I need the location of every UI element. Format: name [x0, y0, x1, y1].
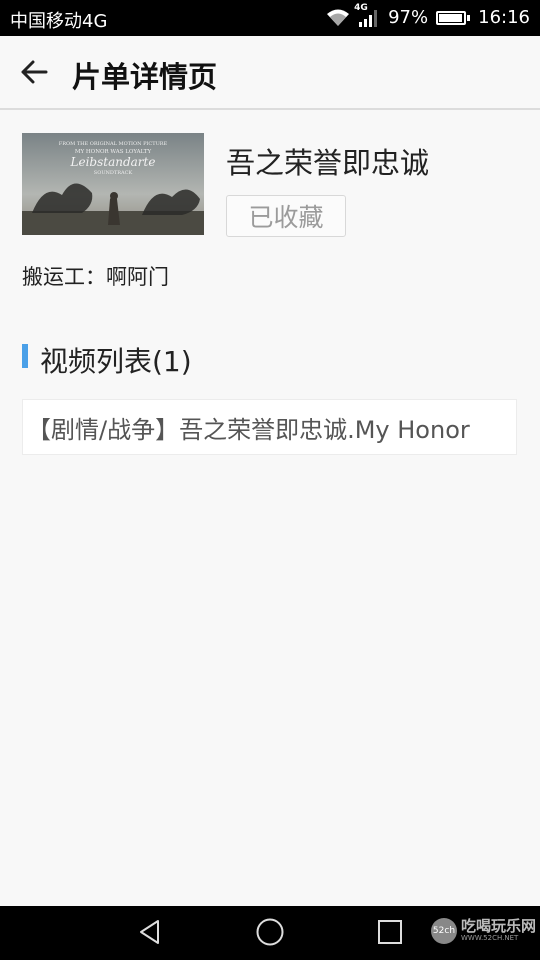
- back-triangle-icon: [136, 918, 164, 950]
- nav-back-button[interactable]: [134, 918, 166, 950]
- cover-top-line: FROM THE ORIGINAL MOTION PICTURE: [59, 141, 168, 147]
- status-bar: 中国移动4G 4G 97% 16:16: [0, 0, 540, 36]
- page-title: 片单详情页: [72, 60, 218, 94]
- nav-recents-button[interactable]: [374, 918, 406, 950]
- home-circle-icon: [255, 917, 285, 951]
- recents-square-icon: [376, 918, 404, 950]
- favorite-button[interactable]: 已收藏: [226, 195, 346, 237]
- watermark: 52ch 吃喝玩乐网 WWW.52CH.NET: [430, 918, 536, 944]
- battery-percent: 97%: [388, 7, 429, 28]
- section-accent-bar: [22, 344, 28, 368]
- watermark-url: WWW.52CH.NET: [460, 934, 519, 943]
- app-bar: 片单详情页: [0, 36, 540, 110]
- wifi-icon: [326, 9, 350, 27]
- cover-name: Leibstandarte: [70, 155, 156, 169]
- battery-cap: [467, 14, 471, 21]
- video-list-title: 视频列表(1): [40, 345, 192, 378]
- album-title: 吾之荣誉即忠诚: [226, 146, 430, 180]
- status-icons: 4G 97% 16:16: [326, 3, 530, 28]
- carrier-label: 中国移动4G: [10, 11, 108, 32]
- nav-home-button[interactable]: [254, 918, 286, 950]
- cover-subtitle: SOUNDTRACK: [94, 170, 133, 176]
- video-list-item[interactable]: 【剧情/战争】吾之荣誉即忠诚.My Honor: [22, 399, 517, 455]
- watermark-text: 吃喝玩乐网 WWW.52CH.NET: [461, 919, 536, 942]
- watermark-badge: 52ch: [430, 918, 457, 944]
- arrow-left-icon: [20, 60, 48, 88]
- album-cover: FROM THE ORIGINAL MOTION PICTURE MY HONO…: [22, 133, 204, 235]
- back-button[interactable]: [14, 54, 54, 94]
- battery-outline: [436, 10, 467, 25]
- network-badge: 4G: [354, 2, 368, 13]
- clock: 16:16: [478, 7, 530, 28]
- uploader-label: 搬运工：啊阿门: [22, 265, 169, 289]
- watermark-name: 吃喝玩乐网: [460, 917, 536, 936]
- signal-icon: 4G: [354, 3, 380, 27]
- battery-fill: [439, 13, 463, 22]
- battery-icon: [436, 10, 471, 25]
